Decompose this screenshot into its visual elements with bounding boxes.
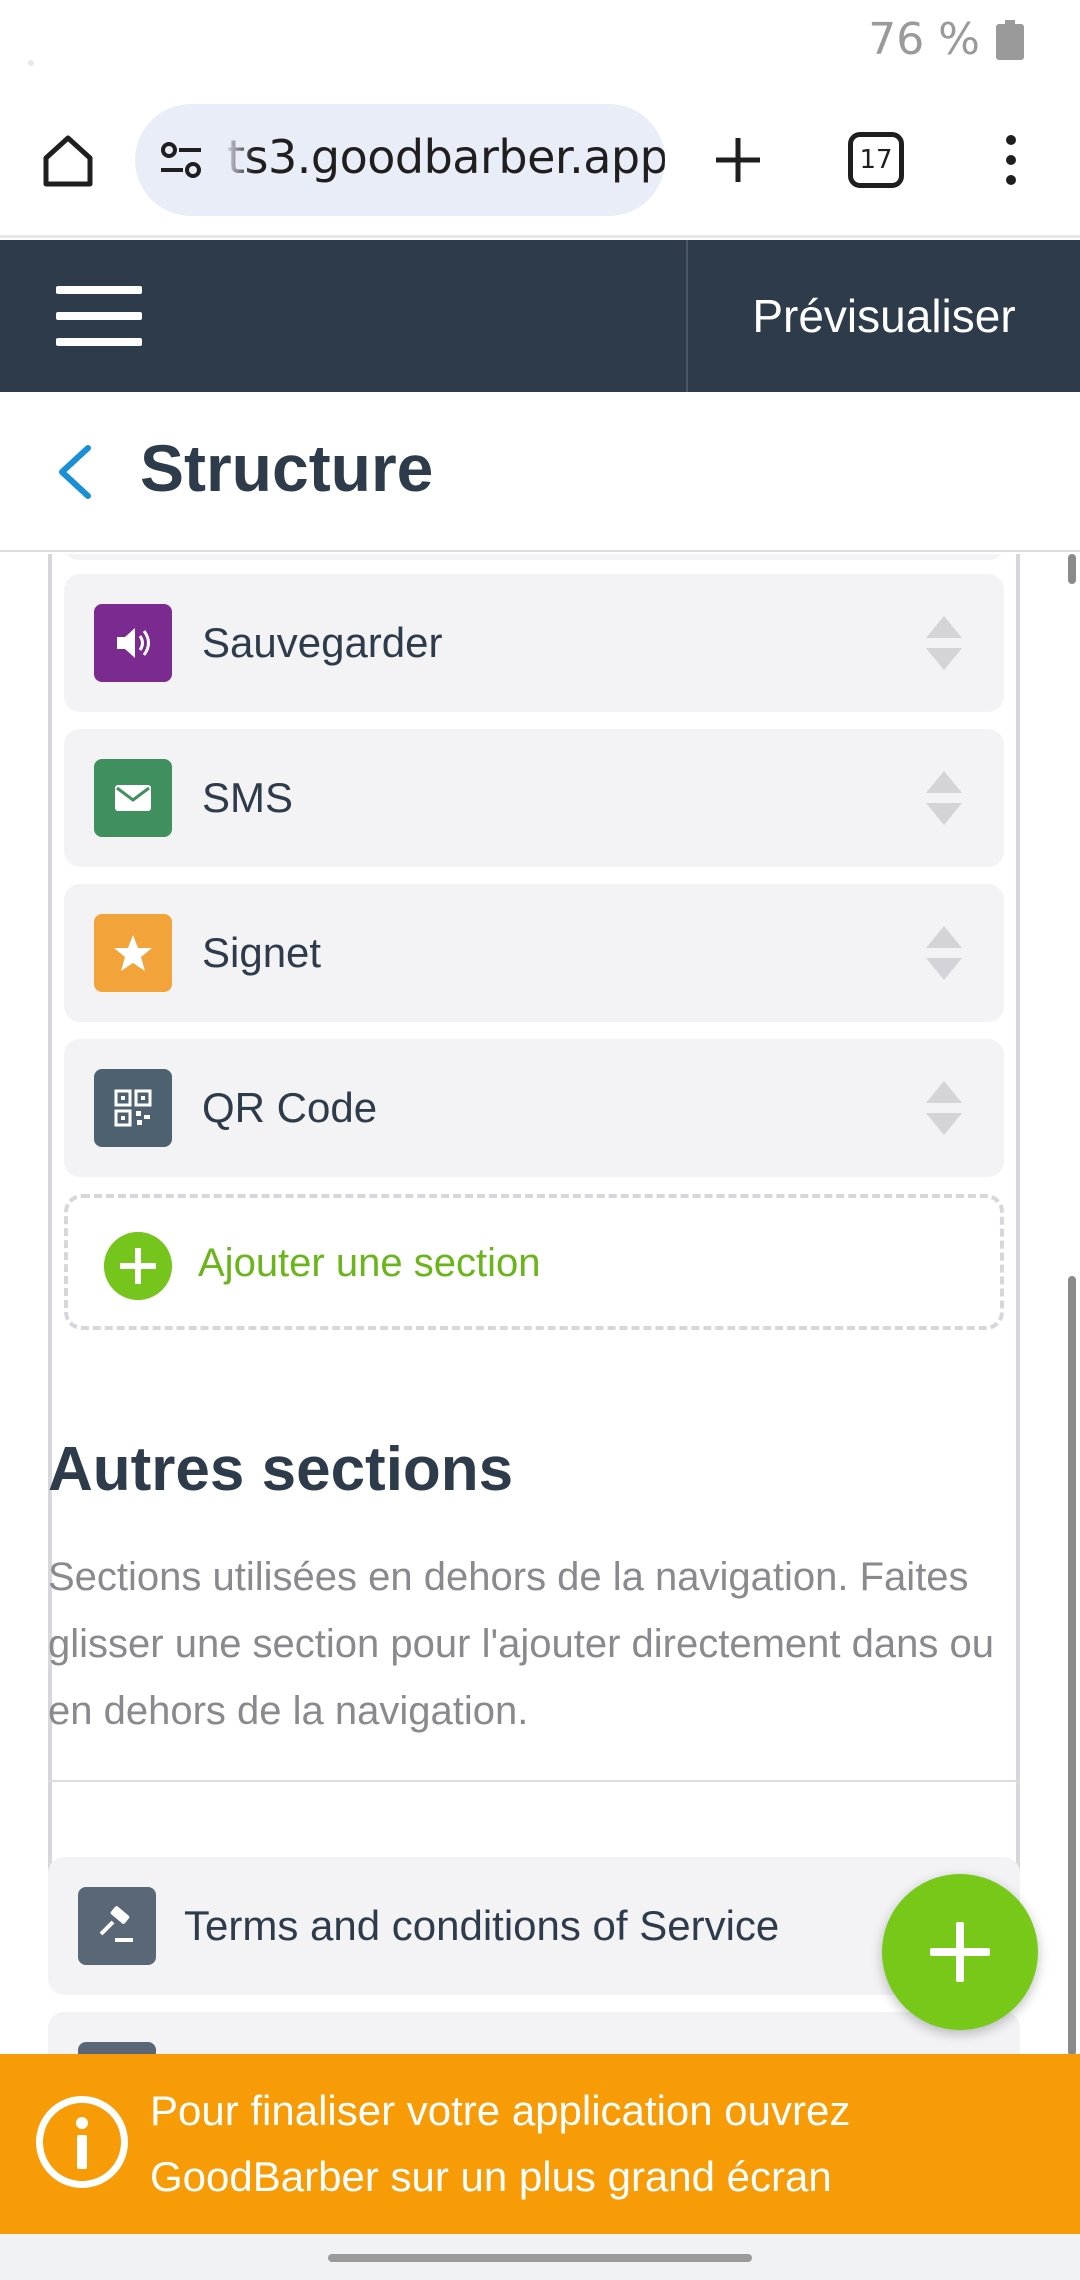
drag-handle-icon[interactable] — [924, 767, 964, 829]
section-item-sms[interactable]: SMS — [64, 729, 1004, 867]
banner-text: Pour finaliser votre application ouvrez … — [150, 2087, 851, 2200]
address-bar[interactable]: ts3.goodbarber.app — [135, 104, 665, 216]
preview-button[interactable]: Prévisualiser — [688, 240, 1080, 392]
battery-percentage: 76 % — [868, 14, 980, 65]
info-banner: Pour finaliser votre application ouvrez … — [0, 2054, 1080, 2234]
browser-toolbar: ts3.goodbarber.app 17 — [0, 90, 1080, 238]
title-bar: Structure — [0, 392, 1080, 552]
other-sections-heading: Autres sections — [48, 1435, 514, 1504]
battery-icon — [996, 20, 1024, 60]
other-section-item[interactable] — [48, 2012, 1020, 2054]
gavel-icon — [78, 1887, 156, 1965]
add-circle-icon — [104, 1232, 172, 1300]
url-fade — [223, 104, 253, 216]
app-header: Prévisualiser — [0, 240, 1080, 392]
qr-code-icon — [94, 1069, 172, 1147]
speaker-icon — [94, 604, 172, 682]
scrollbar-thumb[interactable] — [1068, 1276, 1076, 2056]
section-item-signet[interactable]: Signet — [64, 884, 1004, 1022]
scrollbar-cap — [1068, 554, 1076, 584]
back-chevron-icon[interactable] — [52, 442, 102, 502]
section-item-qr-code[interactable]: QR Code — [64, 1039, 1004, 1177]
menu-icon[interactable] — [56, 286, 142, 346]
other-sections-description: Sections utilisées en dehors de la navig… — [48, 1555, 994, 1733]
other-section-item-terms[interactable]: Terms and conditions of Service — [48, 1857, 1020, 1995]
site-settings-icon[interactable] — [157, 136, 205, 184]
divider — [48, 1780, 1020, 1782]
tab-switcher-button[interactable]: 17 — [848, 132, 904, 188]
new-tab-icon[interactable] — [708, 130, 768, 190]
section-label: Terms and conditions of Service — [184, 1902, 780, 1949]
previous-section-item[interactable] — [64, 554, 1004, 560]
section-label: QR Code — [202, 1084, 378, 1131]
more-options-icon[interactable] — [996, 130, 1026, 190]
status-bar: 76 % — [0, 0, 1080, 80]
section-item-sauvegarder[interactable]: Sauvegarder — [64, 574, 1004, 712]
add-fab-button[interactable] — [882, 1874, 1038, 2030]
notification-dot — [28, 60, 34, 66]
section-label: Sauvegarder — [202, 619, 443, 666]
url-text[interactable]: ts3.goodbarber.app — [227, 130, 665, 184]
gesture-handle[interactable] — [328, 2254, 752, 2262]
star-icon — [94, 914, 172, 992]
drag-handle-icon[interactable] — [924, 1077, 964, 1139]
section-label: Signet — [202, 929, 322, 976]
section-icon — [78, 2042, 156, 2054]
add-section-button[interactable]: Ajouter une section — [64, 1194, 1004, 1330]
add-section-label: Ajouter une section — [198, 1241, 541, 1285]
system-nav-bar — [0, 2234, 1080, 2280]
info-icon — [36, 2096, 128, 2188]
section-label: SMS — [202, 774, 294, 821]
drag-handle-icon[interactable] — [924, 612, 964, 674]
envelope-icon — [94, 759, 172, 837]
structure-content: Sauvegarder SMS Signet QR Code Ajouter u… — [0, 554, 1080, 2054]
page-title: Structure — [140, 431, 434, 505]
home-icon[interactable] — [38, 130, 98, 190]
drag-handle-icon[interactable] — [924, 922, 964, 984]
